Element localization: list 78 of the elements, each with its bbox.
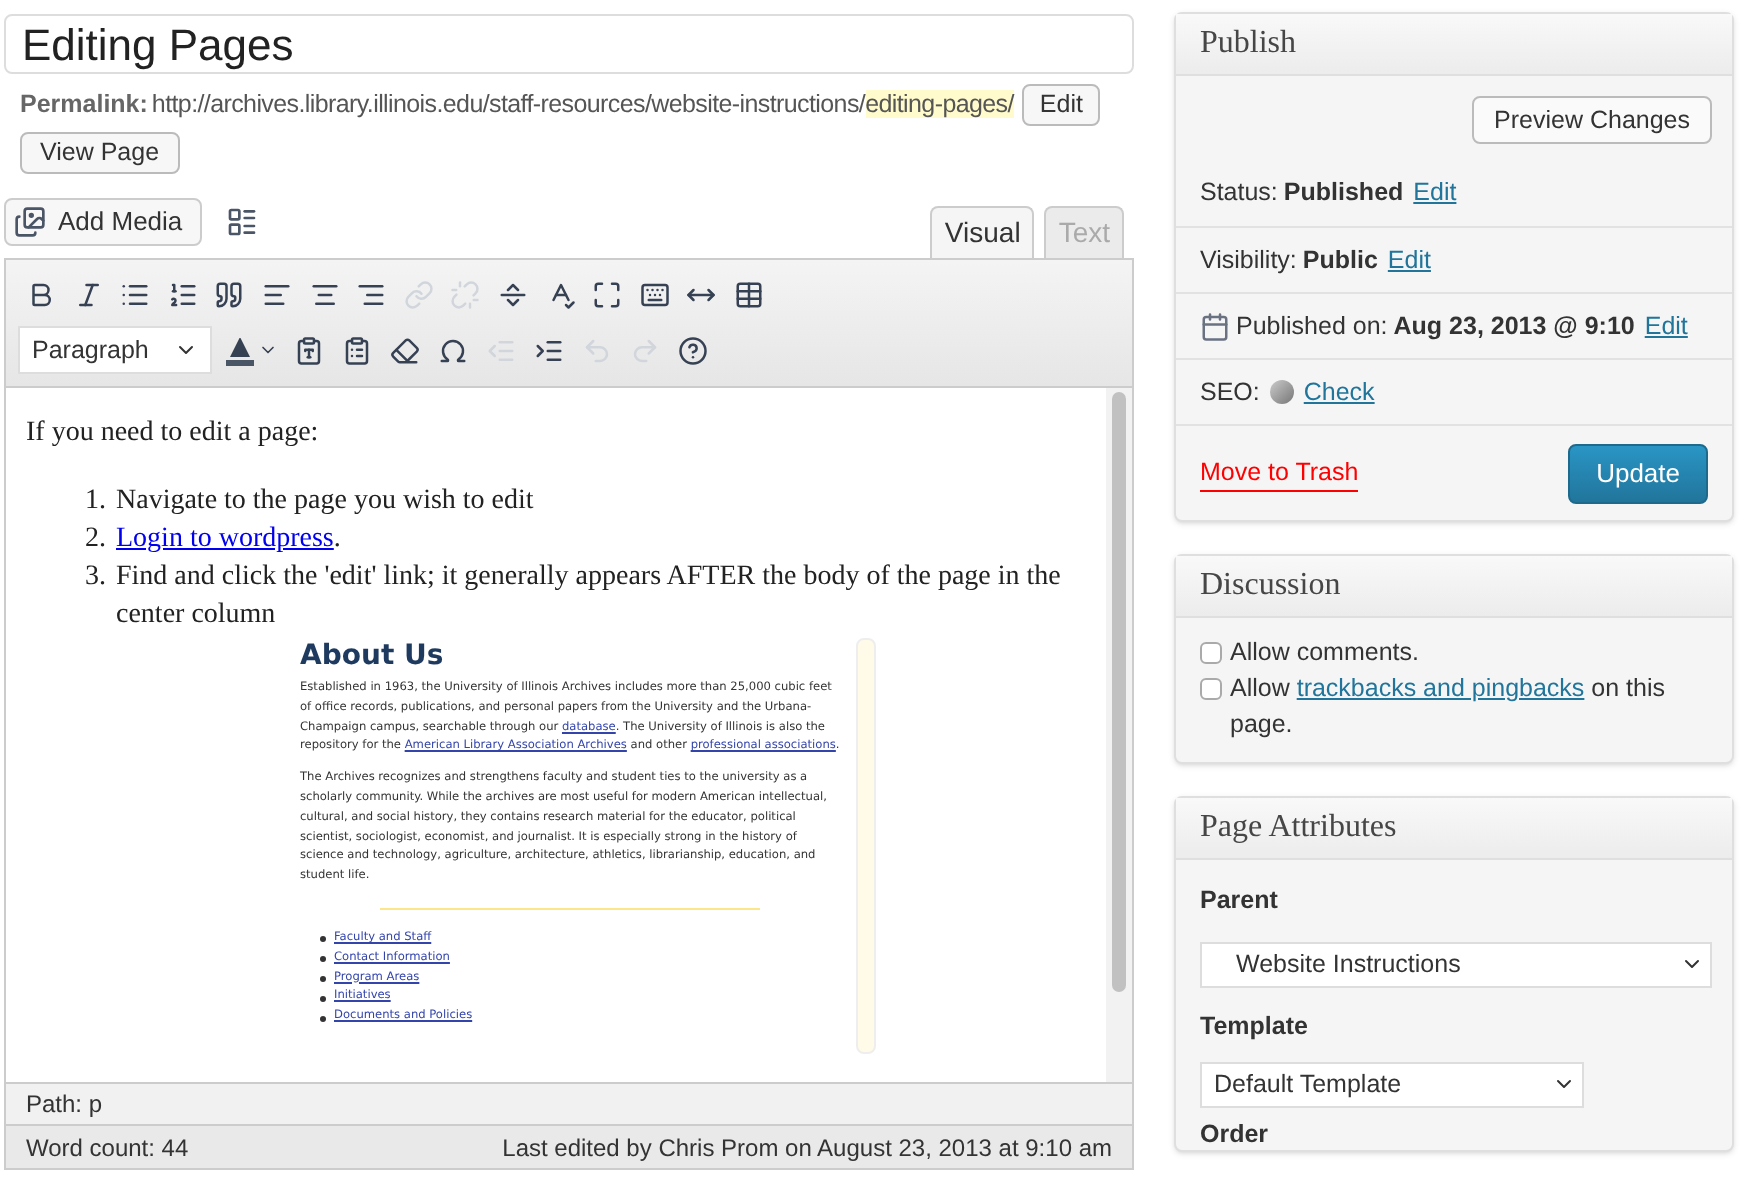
template-select[interactable]: Default Template bbox=[1200, 1061, 1584, 1107]
trackbacks-link[interactable]: trackbacks and pingbacks bbox=[1296, 674, 1585, 702]
numbered-list-icon bbox=[167, 279, 198, 309]
checkbox[interactable] bbox=[1200, 678, 1222, 700]
form-icon[interactable] bbox=[226, 206, 259, 238]
undo-icon bbox=[582, 335, 612, 365]
quote-icon bbox=[214, 279, 245, 309]
bold-icon bbox=[26, 279, 56, 309]
bullet-icon bbox=[320, 1015, 326, 1022]
fullscreen-icon bbox=[592, 279, 623, 309]
media-icon bbox=[14, 206, 46, 238]
preview-changes-button[interactable]: Preview Changes bbox=[1472, 96, 1712, 144]
view-page-button[interactable]: View Page bbox=[20, 131, 180, 174]
outdent-icon bbox=[486, 335, 516, 365]
permalink-url: http://archives.library.illinois.edu/staff-resources/website-instructions/editing-pages/ bbox=[151, 88, 1014, 123]
bullet-icon bbox=[320, 995, 326, 1002]
option-label: Allow trackbacks and pingbacks on this page. bbox=[1230, 672, 1667, 742]
publish-label: Visibility: bbox=[1200, 243, 1297, 278]
bullet-icon bbox=[320, 936, 326, 943]
format-select[interactable]: Paragraph bbox=[18, 326, 212, 374]
last-edited-text: Last edited by Chris Prom on August 23, 2013 at 9:10 am bbox=[502, 1131, 1112, 1165]
permalink-label: Permalink: bbox=[20, 88, 148, 123]
add-media-button[interactable]: Add Media bbox=[4, 198, 203, 246]
publish-label: SEO: bbox=[1200, 375, 1260, 410]
bullet-icon bbox=[320, 956, 326, 963]
seo-status-icon bbox=[1269, 380, 1294, 404]
align-center-icon bbox=[309, 279, 340, 309]
order-label: Order bbox=[1200, 1119, 1271, 1149]
move-to-trash-link[interactable]: Move to Trash bbox=[1200, 453, 1359, 493]
publish-value: Public bbox=[1302, 243, 1378, 278]
publish-value: Published bbox=[1283, 176, 1404, 211]
screenshot-heading: About Us bbox=[300, 638, 446, 674]
publish-edit-link[interactable]: Edit bbox=[1413, 174, 1457, 212]
list-item-text: Login to wordpress. bbox=[116, 522, 341, 558]
publish-label: Published on: bbox=[1236, 309, 1388, 344]
panel-title: Discussion bbox=[1200, 566, 1341, 606]
publish-value: Aug 23, 2013 @ 9:10 bbox=[1393, 309, 1635, 344]
table-icon bbox=[733, 279, 764, 309]
list-item-text: Navigate to the page you wish to edit bbox=[116, 484, 534, 520]
parent-label: Parent bbox=[1200, 884, 1280, 918]
parent-select[interactable]: Website Instructions bbox=[1200, 941, 1712, 988]
list-number: 1. bbox=[83, 484, 106, 520]
title-field[interactable]: Editing Pages bbox=[4, 14, 1134, 74]
align-left-icon bbox=[261, 279, 292, 309]
unlink-icon bbox=[450, 279, 481, 309]
calendar-icon bbox=[1200, 311, 1230, 341]
panel-title: Page Attributes bbox=[1200, 808, 1397, 848]
paste-text-icon bbox=[294, 335, 324, 365]
edit-permalink-button[interactable]: Edit bbox=[1021, 84, 1101, 126]
list-number: 3. bbox=[83, 560, 106, 596]
publish-edit-link[interactable]: Check bbox=[1303, 373, 1375, 411]
align-right-icon bbox=[356, 279, 387, 309]
publish-edit-link[interactable]: Edit bbox=[1644, 307, 1688, 345]
publish-edit-link[interactable]: Edit bbox=[1387, 241, 1431, 279]
indent-icon bbox=[534, 335, 564, 365]
scrollbar-thumb[interactable] bbox=[1112, 392, 1126, 992]
panel-title: Publish bbox=[1200, 24, 1297, 64]
link-icon bbox=[403, 279, 434, 309]
list-item-text: Find and click the 'edit' link; it generally appears AFTER the body of the page in the center column bbox=[116, 560, 1063, 634]
editor-tab[interactable]: Visual bbox=[930, 206, 1035, 258]
bullet-list-icon bbox=[120, 279, 151, 309]
option-label: Allow comments. bbox=[1230, 636, 1419, 670]
login-link[interactable]: Login to wordpress bbox=[116, 524, 334, 554]
help-icon bbox=[678, 335, 708, 365]
eraser-icon bbox=[390, 335, 420, 365]
omega-icon bbox=[438, 335, 468, 365]
redo-icon bbox=[630, 335, 660, 365]
list-number: 2. bbox=[83, 522, 106, 558]
path-text: Path: p bbox=[26, 1088, 103, 1122]
update-button[interactable]: Update bbox=[1568, 443, 1708, 503]
text-color-icon bbox=[226, 334, 254, 366]
italic-icon bbox=[73, 279, 104, 309]
publish-label: Status: bbox=[1200, 176, 1278, 211]
word-count: Word count: 44 bbox=[26, 1131, 189, 1165]
intro-paragraph: If you need to edit a page: bbox=[26, 416, 321, 452]
bullet-icon bbox=[320, 975, 326, 982]
template-label: Template bbox=[1200, 1009, 1310, 1044]
checkbox[interactable] bbox=[1200, 642, 1222, 664]
